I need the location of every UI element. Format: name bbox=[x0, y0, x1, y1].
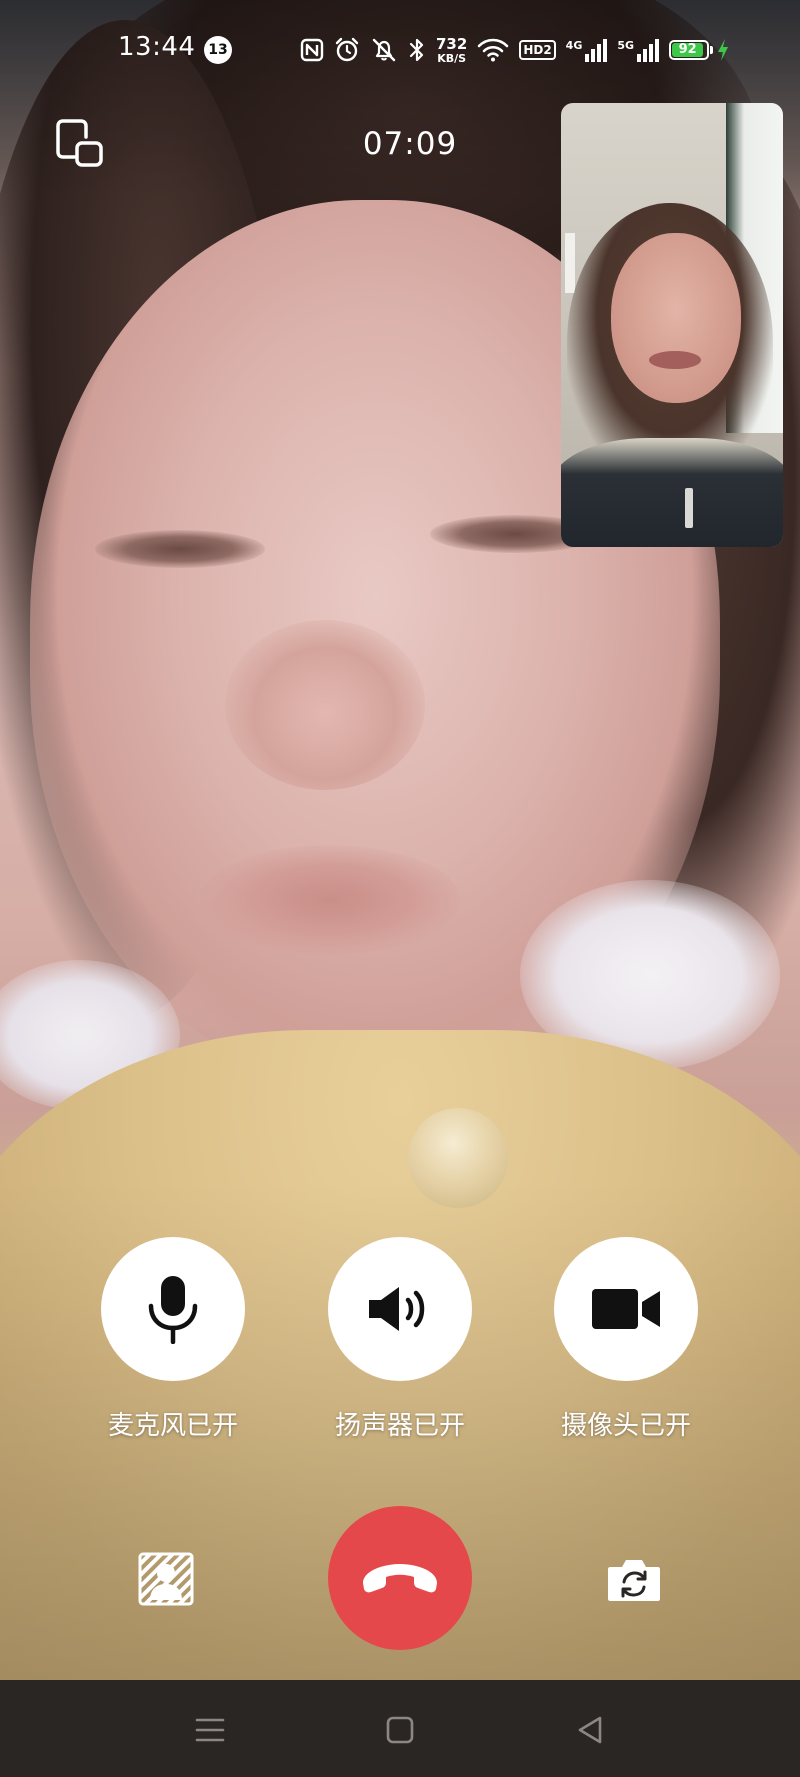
network-speed-value: 732 bbox=[436, 34, 468, 53]
speaker-icon bbox=[369, 1287, 425, 1331]
flip-camera-button[interactable] bbox=[602, 1549, 666, 1609]
local-preview-light bbox=[565, 233, 575, 293]
call-duration: 07:09 bbox=[362, 126, 458, 162]
status-bar: 13:44 13 732 KB/S HD2 4G 5G 92 bbox=[0, 24, 800, 76]
signal-bar bbox=[655, 38, 660, 62]
microphone-status-label: 麦克风已开 bbox=[107, 1411, 238, 1441]
mute-icon bbox=[370, 37, 398, 63]
status-icons: 732 KB/S HD2 4G 5G 92 bbox=[300, 32, 730, 68]
battery-body: 92 bbox=[669, 40, 710, 60]
local-video-preview[interactable] bbox=[561, 103, 783, 547]
battery-cap bbox=[710, 46, 714, 54]
signal-bar bbox=[649, 43, 654, 62]
network-speed: 732 KB/S bbox=[436, 34, 468, 65]
charging-bolt-icon bbox=[716, 38, 730, 62]
microphone-control: 麦克风已开 bbox=[83, 1237, 263, 1442]
hangup-button[interactable] bbox=[328, 1506, 472, 1650]
sim2-signal: 5G bbox=[617, 38, 660, 62]
nfc-icon bbox=[300, 38, 324, 62]
local-preview-coat bbox=[561, 438, 783, 547]
local-preview-mouth bbox=[649, 351, 701, 369]
battery-level: 92 bbox=[672, 43, 704, 57]
local-preview-face bbox=[611, 233, 741, 403]
speaker-control: 扬声器已开 bbox=[310, 1237, 490, 1442]
flip-camera-icon bbox=[608, 1560, 660, 1601]
video-camera-icon bbox=[592, 1289, 660, 1329]
bluetooth-icon bbox=[408, 37, 426, 63]
remote-video-mouth bbox=[200, 845, 460, 955]
signal-bar bbox=[597, 43, 602, 62]
camera-button[interactable] bbox=[554, 1237, 698, 1381]
status-time: 13:44 bbox=[118, 32, 196, 62]
signal-bar bbox=[603, 38, 608, 62]
alarm-icon bbox=[334, 37, 360, 63]
nav-menu-button[interactable] bbox=[182, 1702, 238, 1758]
speaker-button[interactable] bbox=[328, 1237, 472, 1381]
sim2-network-type: 5G bbox=[617, 38, 635, 52]
camera-status-label: 摄像头已开 bbox=[560, 1411, 691, 1441]
microphone-icon bbox=[148, 1276, 198, 1344]
back-icon bbox=[578, 1716, 602, 1744]
home-icon bbox=[386, 1716, 414, 1744]
nav-back-button[interactable] bbox=[562, 1702, 618, 1758]
notification-count-badge: 13 bbox=[204, 36, 232, 64]
battery-indicator: 92 bbox=[669, 38, 730, 62]
network-speed-unit: KB/S bbox=[437, 51, 467, 65]
hangup-icon bbox=[363, 1564, 437, 1593]
signal-bar bbox=[585, 53, 590, 62]
microphone-button[interactable] bbox=[101, 1237, 245, 1381]
nav-home-button[interactable] bbox=[372, 1702, 428, 1758]
signal-bar bbox=[643, 48, 648, 62]
camera-control: 摄像头已开 bbox=[536, 1237, 716, 1442]
remote-video-nose bbox=[225, 620, 425, 790]
video-call-screen: 13:44 13 732 KB/S HD2 4G 5G 92 07:09 麦克风… bbox=[0, 0, 800, 1777]
wifi-icon bbox=[477, 38, 509, 62]
hd-voice-indicator: HD2 bbox=[519, 40, 556, 60]
background-blur-icon bbox=[138, 1552, 194, 1606]
sim1-signal: 4G bbox=[565, 38, 608, 62]
switch-window-button[interactable] bbox=[54, 118, 106, 170]
background-button[interactable] bbox=[134, 1547, 198, 1611]
sim1-network-type: 4G bbox=[565, 38, 583, 52]
remote-video-eye-left bbox=[95, 530, 265, 568]
switch-window-icon bbox=[56, 119, 103, 167]
menu-icon bbox=[195, 1718, 225, 1742]
signal-bar bbox=[591, 48, 596, 62]
local-preview-zipper bbox=[685, 488, 693, 528]
speaker-status-label: 扬声器已开 bbox=[334, 1411, 465, 1441]
navigation-bar bbox=[0, 1680, 800, 1777]
signal-bar bbox=[637, 53, 642, 62]
